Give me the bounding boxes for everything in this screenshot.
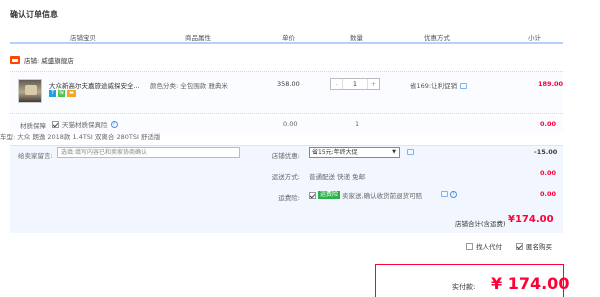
credit-card-icon: ▬	[67, 90, 76, 97]
product-name-link[interactable]: 大众新高尔夫嘉旅途威探安全...	[49, 80, 140, 90]
service-quantity: 1	[355, 120, 360, 128]
service-option[interactable]: 天猫材质保真险 ?	[52, 119, 118, 129]
item-row	[10, 71, 563, 114]
col-header-unit-price: 单价	[282, 34, 295, 42]
table-header: 店铺宝贝 商品属性 单价 数量 优惠方式 小计	[10, 30, 563, 44]
proxy-pay-label: 找人代付	[476, 243, 502, 251]
shipping-amount: 0.00	[540, 169, 557, 177]
insurance-amount: 0.00	[540, 190, 557, 198]
page-title: 确认订单信息	[10, 10, 58, 19]
insurance-icons: ?	[438, 191, 457, 198]
col-header-subtotal: 小计	[528, 34, 541, 42]
col-header-attribute: 商品属性	[185, 34, 211, 42]
insurance-option[interactable]: 运费险 卖家送,确认收货前退货可赔	[309, 190, 422, 200]
shipping-method: 普通配送 快递 免邮	[309, 173, 366, 181]
service-checkbox[interactable]	[52, 120, 59, 128]
anonymous-option[interactable]: 匿名购买	[516, 241, 552, 251]
shop-icon	[10, 56, 20, 64]
store-discount-amount: -15.00	[534, 148, 558, 156]
store-total-amount: ¥174.00	[508, 214, 554, 225]
insurance-help-icon[interactable]: ?	[450, 191, 457, 198]
seven-day-return-icon: 7	[49, 90, 56, 97]
insurance-checkbox[interactable]	[309, 191, 316, 199]
store-discount-select[interactable]: 省15元:年终大促	[309, 147, 400, 158]
message-label: 给卖家留言:	[18, 152, 53, 160]
payment-label: 实付款:	[452, 283, 476, 291]
proxy-pay-checkbox[interactable]	[466, 242, 473, 250]
help-icon[interactable]: ?	[110, 120, 118, 128]
col-header-quantity: 数量	[350, 34, 363, 42]
service-option-label: 天猫材质保真险	[62, 121, 108, 129]
payment-amount: ¥ 174.00	[491, 274, 570, 293]
shop-row: 店铺: 威盛旗舰店	[10, 55, 74, 65]
product-attribute: 颜色分类: 全包围款 雅典米	[150, 82, 228, 90]
service-subtotal: 0.00	[540, 120, 557, 128]
anonymous-label: 匿名购买	[526, 243, 552, 251]
col-header-discount: 优惠方式	[424, 34, 450, 42]
increment-button[interactable]: +	[367, 79, 379, 89]
product-badges: 7 保 ▬	[49, 90, 76, 97]
unit-price: 358.00	[277, 80, 300, 88]
insurance-text: 卖家送,确认收货前退货可赔	[342, 192, 423, 200]
service-price: 0.00	[283, 120, 298, 128]
promo-info: 省169:让利促销	[410, 80, 468, 90]
promo-text: 省169:让利促销	[410, 82, 458, 90]
col-header-item: 店铺宝贝	[70, 34, 96, 42]
insurance-label: 运费险:	[278, 194, 300, 202]
car-type-info: 车型: 大众 朗逸 2018款 1.4TSI 双离合 280TSI 舒适版	[0, 133, 161, 141]
promo-info-icon[interactable]	[460, 83, 468, 89]
insurance-tag: 运费险	[318, 191, 341, 199]
shop-name-link[interactable]: 店铺: 威盛旗舰店	[24, 55, 74, 65]
message-input[interactable]: 选填:填写内容已和卖家协商确认	[57, 147, 240, 158]
store-total-label: 店铺合计(含运费)	[455, 220, 506, 228]
insurance-chat-icon[interactable]	[441, 191, 448, 197]
decrement-button[interactable]: -	[331, 79, 343, 89]
quantity-stepper: - 1 +	[330, 78, 380, 90]
shipping-label: 运送方式:	[271, 173, 300, 181]
quantity-input[interactable]: 1	[343, 79, 367, 89]
guarantee-icon: 保	[58, 90, 65, 97]
proxy-pay-option[interactable]: 找人代付	[466, 241, 502, 251]
service-label: 材质保障	[20, 122, 46, 130]
item-subtotal: 189.00	[538, 80, 564, 88]
anonymous-checkbox[interactable]	[516, 242, 523, 250]
product-thumbnail[interactable]	[18, 79, 42, 103]
order-options: 找人代付 匿名购买	[466, 241, 552, 251]
discount-info-icon[interactable]	[407, 149, 414, 155]
store-discount-label: 店铺优惠:	[271, 152, 300, 160]
